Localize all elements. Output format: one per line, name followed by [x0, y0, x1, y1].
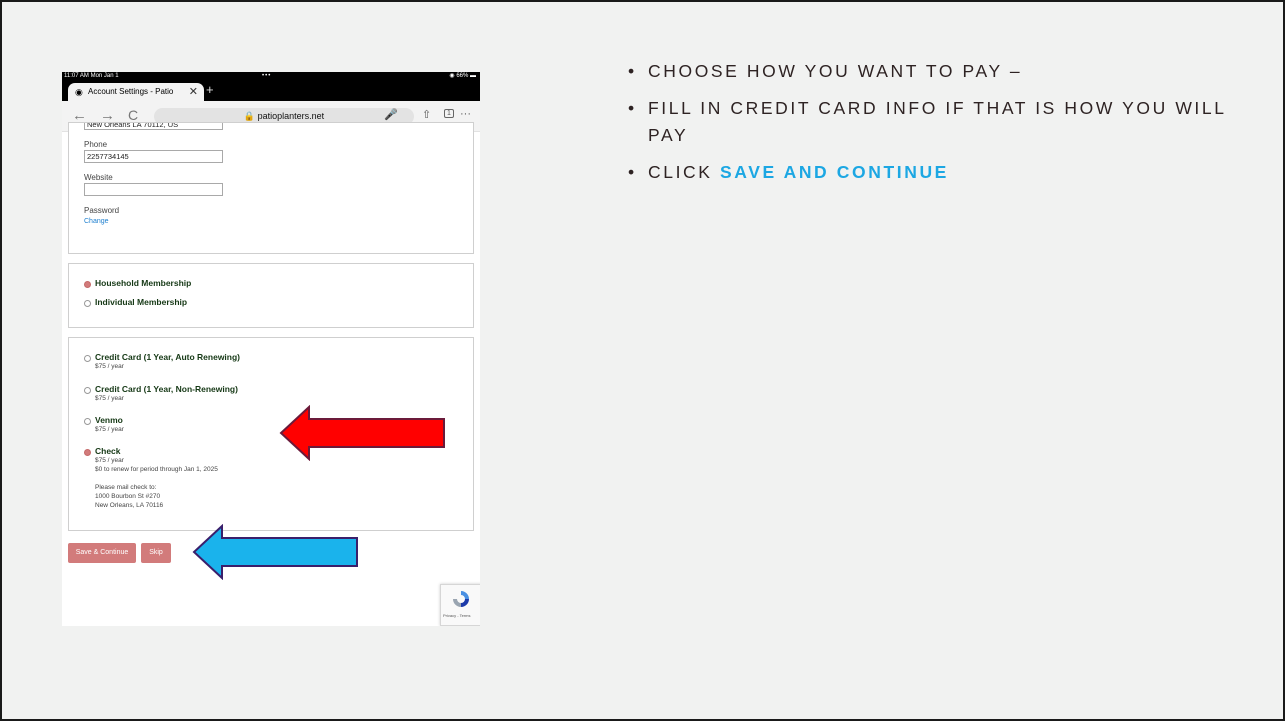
- wifi-icon: ◉: [449, 73, 455, 79]
- instruction-prefix: Click: [648, 162, 721, 182]
- red-arrow-icon: [279, 405, 445, 461]
- url-text: patioplanters.net: [257, 111, 325, 121]
- battery-percent: 66%: [456, 73, 469, 79]
- save-continue-button[interactable]: Save & Continue: [68, 543, 136, 563]
- recaptcha-badge[interactable]: Privacy - Terms: [440, 584, 480, 626]
- slide: 11:07 AM Mon Jan 1 ••• ◉ 66% ▬ ◉ Account…: [0, 0, 1285, 721]
- blue-arrow-icon: [192, 524, 358, 580]
- status-bar: 11:07 AM Mon Jan 1 ••• ◉ 66% ▬: [62, 72, 480, 81]
- website-field[interactable]: [84, 183, 223, 196]
- instruction-item: Click Save and continue: [628, 159, 1228, 186]
- membership-option-label: Household Membership: [95, 278, 192, 288]
- reload-icon[interactable]: C: [128, 107, 138, 123]
- more-icon[interactable]: ···: [460, 108, 471, 120]
- address-field[interactable]: New Orleans LA 70112, US: [84, 123, 223, 130]
- membership-radio-individual[interactable]: [84, 300, 91, 307]
- payment-option-price: $75 / year: [95, 363, 124, 370]
- payment-option-price: $75 / year: [95, 395, 124, 402]
- phone-label: Phone: [84, 140, 108, 149]
- browser-tab-bar: ◉ Account Settings - Patio ✕ +: [62, 81, 480, 101]
- instruction-item: Choose how you want to pay –: [628, 58, 1228, 85]
- skip-button[interactable]: Skip: [141, 543, 171, 563]
- status-battery: ◉ 66% ▬: [449, 72, 476, 81]
- payment-radio-cc-nonrenew[interactable]: [84, 387, 91, 394]
- password-label: Password: [84, 206, 120, 215]
- phone-field[interactable]: 2257734145: [84, 150, 223, 163]
- payment-option-price: $75 / year: [95, 457, 124, 464]
- recaptcha-icon: [453, 591, 469, 607]
- membership-radio-household[interactable]: [84, 281, 91, 288]
- membership-card: Household Membership Individual Membersh…: [68, 263, 474, 328]
- mail-check-label: Please mail check to:: [95, 484, 157, 491]
- mail-address-line2: New Orleans, LA 70116: [95, 502, 164, 509]
- payment-option-label: Credit Card (1 Year, Auto Renewing): [95, 352, 241, 362]
- lock-icon: 🔒: [243, 111, 256, 121]
- payment-option-label: Credit Card (1 Year, Non-Renewing): [95, 384, 238, 394]
- payment-radio-venmo[interactable]: [84, 418, 91, 425]
- renewal-note: $0 to renew for period through Jan 1, 20…: [95, 466, 218, 473]
- recaptcha-terms: Privacy - Terms: [443, 613, 471, 618]
- microphone-icon[interactable]: 🎤: [384, 108, 398, 121]
- globe-icon: ◉: [75, 87, 83, 97]
- instruction-highlight: Save and continue: [720, 162, 949, 182]
- share-icon[interactable]: ⇧: [422, 108, 431, 121]
- status-dots: •••: [262, 73, 272, 79]
- payment-option-label: Venmo: [95, 415, 123, 425]
- profile-card: New Orleans LA 70112, US Phone 225773414…: [68, 122, 474, 254]
- payment-radio-check[interactable]: [84, 449, 91, 456]
- membership-option-label: Individual Membership: [95, 297, 188, 307]
- payment-option-price: $75 / year: [95, 426, 124, 433]
- browser-tab[interactable]: ◉ Account Settings - Patio ✕: [68, 83, 204, 101]
- status-time: 11:07 AM Mon Jan 1: [64, 73, 119, 79]
- mail-address-line1: 1000 Bourbon St #270: [95, 493, 161, 500]
- payment-option-label: Check: [95, 446, 121, 456]
- website-label: Website: [84, 173, 113, 182]
- tab-title: Account Settings - Patio: [88, 87, 174, 96]
- battery-icon: ▬: [470, 73, 476, 79]
- change-password-link[interactable]: Change: [84, 218, 109, 225]
- tab-count-icon[interactable]: 1: [444, 109, 454, 118]
- payment-radio-cc-auto[interactable]: [84, 355, 91, 362]
- instruction-list: Choose how you want to pay – Fill in cre…: [628, 58, 1228, 196]
- new-tab-icon[interactable]: +: [206, 82, 214, 97]
- close-tab-icon[interactable]: ✕: [189, 83, 198, 101]
- instruction-item: Fill in credit card info if that is how …: [628, 95, 1228, 149]
